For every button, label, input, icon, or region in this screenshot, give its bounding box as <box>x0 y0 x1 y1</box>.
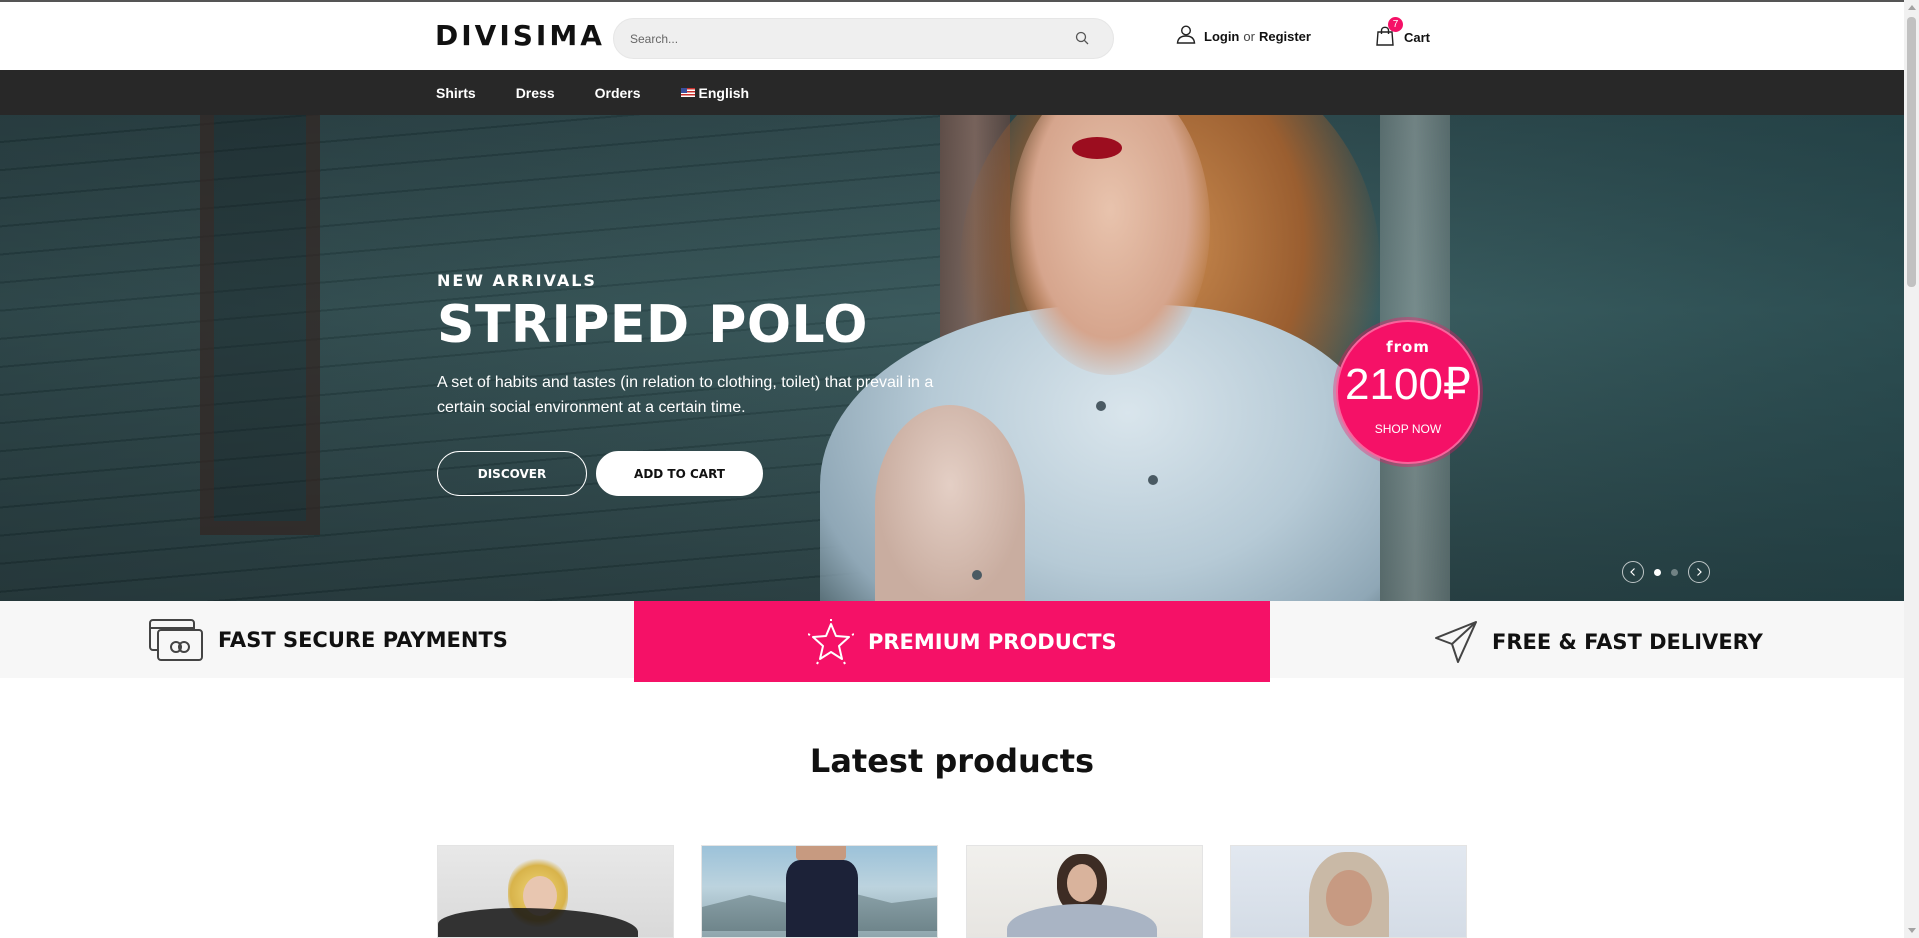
logo-text: DIVISIMA <box>435 19 605 52</box>
discover-button[interactable]: DISCOVER <box>437 451 587 496</box>
price-from-label: from <box>1386 338 1430 356</box>
search-icon[interactable] <box>1075 31 1089 45</box>
add-to-cart-button[interactable]: ADD TO CART <box>596 451 763 496</box>
jacket-button <box>1096 401 1106 411</box>
account-links: Login or Register <box>1176 25 1311 44</box>
nav-item-label: Shirts <box>436 84 476 101</box>
product-card[interactable] <box>966 845 1203 938</box>
nav-item-orders[interactable]: Orders <box>595 85 641 101</box>
product-card[interactable] <box>437 845 674 938</box>
product-image-garment <box>1007 904 1157 937</box>
hero-background-wall <box>0 115 940 601</box>
language-label: English <box>698 84 750 101</box>
nav-item-label: Dress <box>515 84 555 101</box>
feature-label: FREE & FAST DELIVERY <box>1492 629 1763 654</box>
feature-label: PREMIUM PRODUCTS <box>868 629 1117 654</box>
hero-title: STRIPED POLO <box>437 295 869 355</box>
feature-premium-products: PREMIUM PRODUCTS <box>808 603 1117 680</box>
cart-link[interactable]: 7 Cart <box>1376 17 1431 49</box>
feature-premium-background: PREMIUM PRODUCTS <box>634 601 1270 682</box>
hero-model-lips <box>1072 137 1122 159</box>
user-icon <box>1176 25 1196 44</box>
slider-dot-2[interactable] <box>1671 568 1678 576</box>
slider-dots <box>1649 568 1683 576</box>
shop-now-link[interactable]: SHOP NOW <box>1338 422 1478 436</box>
slider-prev-button[interactable] <box>1622 561 1644 583</box>
chevron-right-icon <box>1697 568 1702 576</box>
register-link[interactable]: Register <box>1259 29 1311 44</box>
search-input[interactable] <box>630 19 1050 58</box>
price-badge[interactable]: from 2100₽ SHOP NOW <box>1336 320 1480 464</box>
scrollbar-thumb[interactable] <box>1907 17 1916 287</box>
slider-dot-1[interactable] <box>1654 568 1661 576</box>
scroll-up-arrow[interactable] <box>1908 5 1916 10</box>
price-amount: 2100₽ <box>1345 360 1471 409</box>
nav-item-dress[interactable]: Dress <box>516 85 555 101</box>
us-flag-icon <box>680 88 695 97</box>
cart-label: Cart <box>1404 30 1431 45</box>
hero-model-shirt <box>875 405 1025 601</box>
main-nav: Shirts Dress Orders English <box>0 70 1904 115</box>
site-logo[interactable]: DIVISIMA <box>435 19 605 52</box>
credit-card-icon <box>149 618 203 661</box>
jacket-button <box>1148 475 1158 485</box>
cart-bag: 7 <box>1376 17 1403 49</box>
language-selector[interactable]: English <box>680 84 750 101</box>
feature-free-delivery: FREE & FAST DELIVERY <box>1434 603 1763 680</box>
product-card[interactable] <box>1230 845 1467 938</box>
search-bar <box>613 18 1114 59</box>
latest-products-title: Latest products <box>809 742 1095 780</box>
star-icon <box>808 618 854 664</box>
product-image-garment <box>438 908 638 937</box>
product-image-face <box>1067 864 1097 902</box>
nav-item-shirts[interactable]: Shirts <box>436 85 476 101</box>
or-text: or <box>1243 28 1255 44</box>
product-card[interactable] <box>701 845 938 938</box>
feature-secure-payments: FAST SECURE PAYMENTS <box>148 601 508 678</box>
login-link[interactable]: Login <box>1204 29 1239 44</box>
chevron-left-icon <box>1630 568 1635 576</box>
site-header: DIVISIMA Login or Register 7 Cart <box>0 2 1904 70</box>
hero-description: A set of habits and tastes (in relation … <box>437 374 934 416</box>
product-image-dress <box>786 860 858 937</box>
paper-plane-icon <box>1435 620 1477 663</box>
page-scrollbar[interactable] <box>1904 0 1919 938</box>
feature-label: FAST SECURE PAYMENTS <box>218 627 508 652</box>
product-image-face <box>1326 870 1372 926</box>
jacket-button <box>972 570 982 580</box>
hero-kicker: NEW ARRIVALS <box>437 271 597 290</box>
hero-slider: NEW ARRIVALS STRIPED POLO A set of habit… <box>0 115 1904 601</box>
cart-count-badge: 7 <box>1388 17 1403 32</box>
scroll-down-arrow[interactable] <box>1908 928 1916 933</box>
nav-item-label: Orders <box>594 84 641 101</box>
slider-next-button[interactable] <box>1688 561 1710 583</box>
slider-controls <box>1622 561 1710 583</box>
hero-background-window <box>200 115 320 535</box>
